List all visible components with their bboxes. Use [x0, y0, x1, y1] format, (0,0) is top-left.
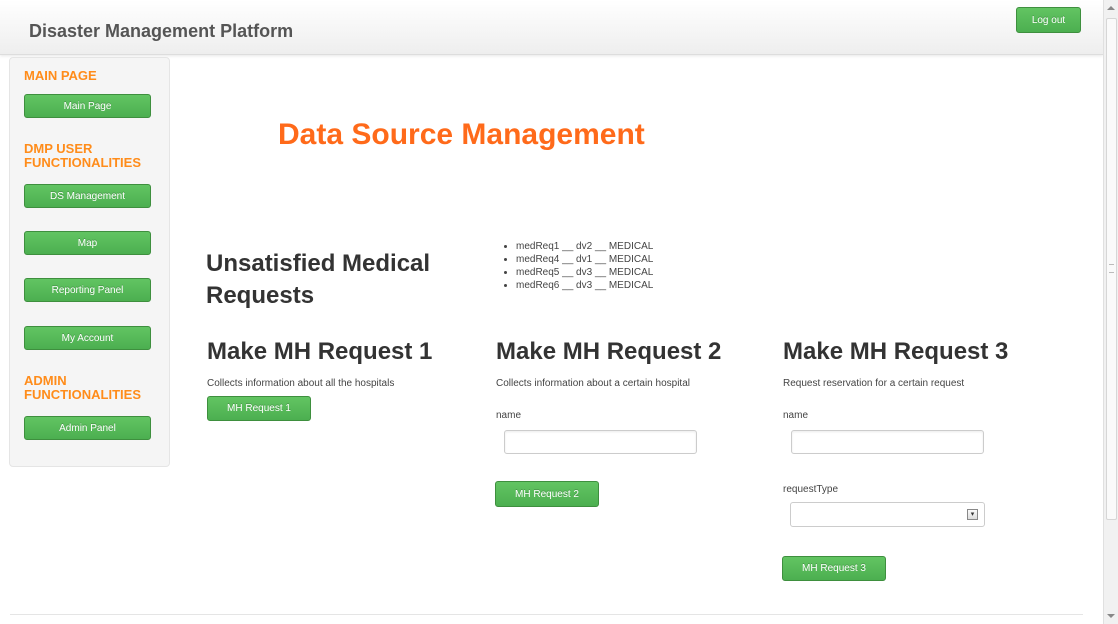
sidebar-heading-dmp-user: DMP USER FUNCTIONALITIES: [24, 141, 141, 170]
sidebar-item-reporting-panel[interactable]: Reporting Panel: [24, 278, 151, 302]
grip-icon: [1109, 264, 1114, 273]
app-title: Disaster Management Platform: [29, 21, 294, 41]
page-title: Data Source Management: [278, 118, 645, 151]
sidebar-heading-main: MAIN PAGE: [24, 68, 97, 83]
list-item: medReq4 __ dv1 __ MEDICAL: [516, 253, 653, 266]
mh-request-3-description: Request reservation for a certain reques…: [783, 378, 965, 389]
unsatisfied-requests-heading: Unsatisfied Medical Requests: [206, 250, 431, 309]
mh-request-3-type-label: requestType: [783, 484, 839, 495]
list-item: medReq5 __ dv3 __ MEDICAL: [516, 266, 653, 279]
mh-request-1-title: Make MH Request 1: [207, 338, 433, 365]
mh-request-2-name-label: name: [496, 410, 522, 421]
mh-request-2-name-input[interactable]: [504, 430, 697, 454]
footer-divider: [10, 614, 1083, 615]
mh-request-3-name-label: name: [783, 410, 809, 421]
list-item: medReq1 __ dv2 __ MEDICAL: [516, 240, 653, 253]
sidebar-item-my-account[interactable]: My Account: [24, 326, 151, 350]
mh-request-1-description: Collects information about all the hospi…: [207, 378, 395, 389]
sidebar-item-map[interactable]: Map: [24, 231, 151, 255]
mh-request-2-title: Make MH Request 2: [496, 338, 722, 365]
sidebar-item-main-page[interactable]: Main Page: [24, 94, 151, 118]
mh-request-1-button[interactable]: MH Request 1: [207, 396, 311, 421]
mh-request-2-description: Collects information about a certain hos…: [496, 378, 690, 389]
sidebar-item-ds-management[interactable]: DS Management: [24, 184, 151, 208]
list-item: medReq6 __ dv3 __ MEDICAL: [516, 279, 653, 292]
mh-request-2-button[interactable]: MH Request 2: [495, 481, 599, 507]
top-navbar: Disaster Management Platform: [0, 0, 1103, 55]
chevron-down-icon[interactable]: ▾: [967, 509, 978, 520]
sidebar: MAIN PAGE Main Page DMP USER FUNCTIONALI…: [9, 57, 170, 467]
vertical-scrollbar[interactable]: [1103, 0, 1118, 624]
sidebar-heading-admin: ADMIN FUNCTIONALITIES: [24, 373, 141, 402]
scroll-down-icon[interactable]: [1107, 614, 1115, 618]
mh-request-3-button[interactable]: MH Request 3: [782, 556, 886, 581]
mh-request-3-title: Make MH Request 3: [783, 338, 1009, 365]
scroll-up-icon[interactable]: [1107, 6, 1115, 10]
mh-request-3-name-input[interactable]: [791, 430, 984, 454]
sidebar-item-admin-panel[interactable]: Admin Panel: [24, 416, 151, 440]
scrollbar-thumb[interactable]: [1106, 18, 1117, 520]
logout-button[interactable]: Log out: [1016, 7, 1081, 33]
unsatisfied-requests-list: medReq1 __ dv2 __ MEDICAL medReq4 __ dv1…: [500, 240, 653, 292]
request-type-select[interactable]: ▾: [790, 502, 985, 527]
